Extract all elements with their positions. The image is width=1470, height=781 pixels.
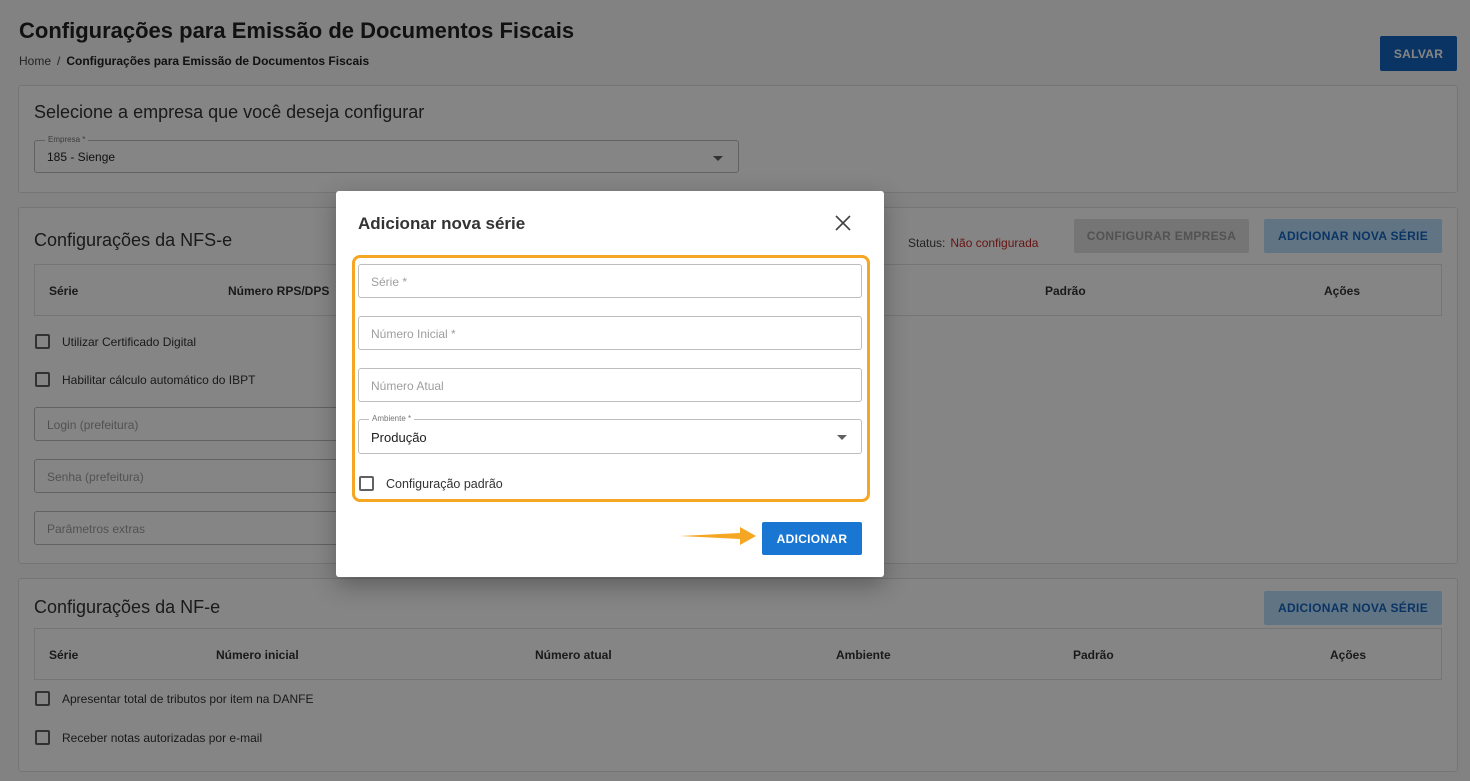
- serie-placeholder: Série *: [371, 275, 408, 289]
- environment-select[interactable]: Ambiente * Produção: [358, 414, 862, 454]
- checkbox-label: Configuração padrão: [386, 476, 503, 491]
- current-number-placeholder: Número Atual: [371, 379, 444, 393]
- close-icon[interactable]: [833, 213, 853, 233]
- current-number-input[interactable]: Número Atual: [358, 368, 862, 402]
- default-config-checkbox[interactable]: Configuração padrão: [359, 476, 503, 491]
- serie-input[interactable]: Série *: [358, 264, 862, 298]
- add-button[interactable]: ADICIONAR: [762, 522, 862, 555]
- chevron-down-icon: [837, 435, 847, 440]
- initial-number-placeholder: Número Inicial *: [371, 327, 456, 341]
- environment-select-label: Ambiente *: [369, 414, 415, 423]
- initial-number-input[interactable]: Número Inicial *: [358, 316, 862, 350]
- add-series-modal: Adicionar nova série Série * Número Inic…: [336, 191, 884, 577]
- arrow-right-icon: [680, 527, 756, 545]
- environment-select-value: Produção: [371, 430, 427, 445]
- modal-title: Adicionar nova série: [358, 214, 526, 233]
- checkbox-box[interactable]: [359, 476, 374, 491]
